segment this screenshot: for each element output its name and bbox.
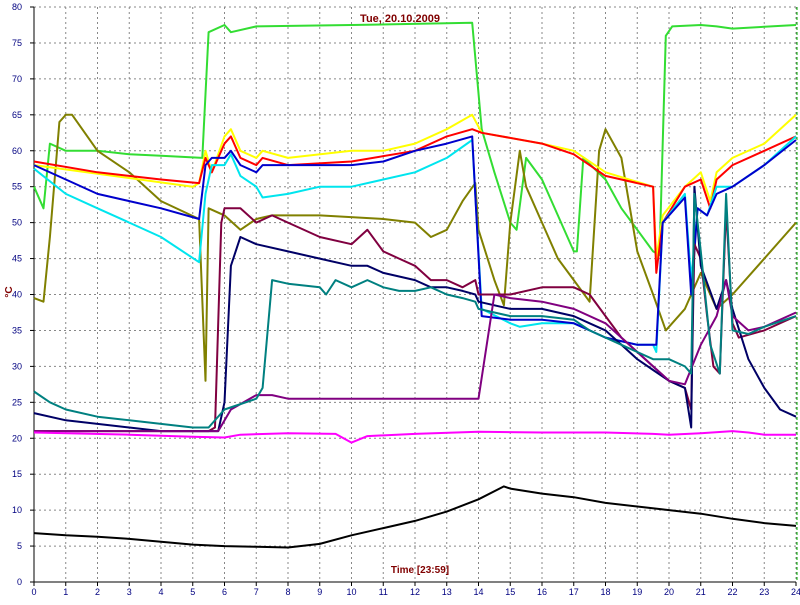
x-tick-label: 17 bbox=[569, 587, 579, 597]
x-tick-label: 22 bbox=[727, 587, 737, 597]
x-tick-label: 15 bbox=[505, 587, 515, 597]
x-tick-label: 21 bbox=[696, 587, 706, 597]
x-tick-label: 19 bbox=[632, 587, 642, 597]
y-tick-label: 5 bbox=[17, 541, 22, 551]
x-tick-label: 8 bbox=[285, 587, 290, 597]
y-tick-label: 10 bbox=[12, 505, 22, 515]
x-tick-label: 23 bbox=[759, 587, 769, 597]
x-tick-label: 13 bbox=[442, 587, 452, 597]
y-tick-label: 0 bbox=[17, 577, 22, 587]
x-tick-label: 9 bbox=[317, 587, 322, 597]
y-tick-label: 80 bbox=[12, 2, 22, 12]
y-tick-label: 75 bbox=[12, 38, 22, 48]
y-tick-label: 20 bbox=[12, 433, 22, 443]
line-chart: 0 1 2 3 4 5 6 7 8 9 10 11 12 13 14 15 16 17 18 19 20 21 22 23 24… bbox=[0, 0, 800, 600]
y-tick-label: 70 bbox=[12, 74, 22, 84]
y-tick-label: 65 bbox=[12, 110, 22, 120]
chart-root: 0 1 2 3 4 5 6 7 8 9 10 11 12 13 14 15 16 17 18 19 20 21 22 23 24… bbox=[0, 0, 800, 600]
y-tick-label: 45 bbox=[12, 254, 22, 264]
y-tick-label: 60 bbox=[12, 146, 22, 156]
x-tick-label: 16 bbox=[537, 587, 547, 597]
x-tick-label: 6 bbox=[222, 587, 227, 597]
x-tick-label: 24 bbox=[791, 587, 800, 597]
x-tick-label: 4 bbox=[158, 587, 163, 597]
y-tick-label: 25 bbox=[12, 397, 22, 407]
y-tick-label: 15 bbox=[12, 469, 22, 479]
x-tick-label: 11 bbox=[379, 587, 388, 597]
x-tick-label: 7 bbox=[254, 587, 259, 597]
x-tick-label: 1 bbox=[63, 587, 68, 597]
y-tick-label: 30 bbox=[12, 361, 22, 371]
chart-title: Tue, 20.10.2009 bbox=[360, 13, 440, 25]
x-tick-label: 3 bbox=[127, 587, 132, 597]
x-tick-label: 18 bbox=[600, 587, 610, 597]
y-tick-label: 35 bbox=[12, 325, 22, 335]
x-tick-label: 5 bbox=[190, 587, 195, 597]
x-tick-label: 0 bbox=[31, 587, 36, 597]
x-tick-label: 12 bbox=[410, 587, 420, 597]
y-tick-label: 55 bbox=[12, 182, 22, 192]
y-axis-label: °C bbox=[4, 286, 15, 297]
x-axis-label: Time [23:59] bbox=[391, 565, 449, 576]
x-tick-label: 14 bbox=[473, 587, 483, 597]
x-tick-label: 10 bbox=[346, 587, 356, 597]
x-tick-label: 2 bbox=[95, 587, 100, 597]
x-tick-label: 20 bbox=[664, 587, 674, 597]
y-tick-label: 50 bbox=[12, 218, 22, 228]
